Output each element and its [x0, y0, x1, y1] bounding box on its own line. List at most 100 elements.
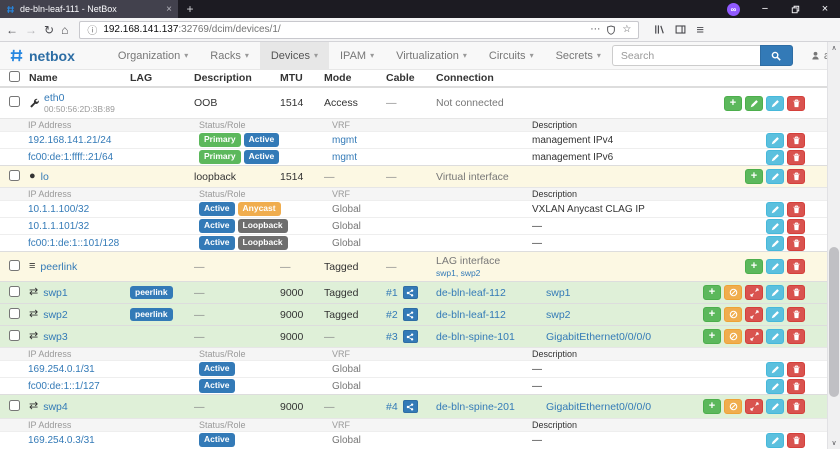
netbox-brand[interactable]: netbox — [0, 42, 85, 69]
row-checkbox[interactable] — [9, 96, 20, 107]
scroll-up-icon[interactable]: ∧ — [828, 44, 840, 52]
delete-button[interactable] — [787, 432, 805, 448]
new-tab-button[interactable]: + — [178, 0, 202, 18]
disable-button[interactable] — [724, 399, 742, 414]
edit-button[interactable] — [766, 329, 784, 344]
delete-button[interactable] — [787, 399, 805, 414]
browser-tab[interactable]: de-bln-leaf-111 - NetBox × — [0, 0, 178, 18]
connected-interface-link[interactable]: swp2 — [546, 309, 571, 321]
cable-link[interactable]: #4 — [386, 401, 398, 413]
disconnect-button[interactable] — [745, 399, 763, 414]
delete-button[interactable] — [787, 149, 805, 165]
ip-address-link[interactable]: 10.1.1.100/32 — [28, 204, 89, 215]
interface-link[interactable]: swp3 — [43, 331, 68, 343]
bookmark-star-icon[interactable]: ☆ — [622, 24, 631, 35]
delete-button[interactable] — [787, 201, 805, 217]
search-input[interactable] — [611, 45, 760, 66]
nav-item-circuits[interactable]: Circuits ▾ — [478, 42, 545, 69]
ip-address-link[interactable]: 169.254.0.3/31 — [28, 435, 95, 446]
nav-item-racks[interactable]: Racks ▾ — [199, 42, 260, 69]
interface-link[interactable]: swp2 — [43, 309, 68, 321]
disable-button[interactable] — [724, 307, 742, 322]
nav-item-ipam[interactable]: IPAM ▾ — [329, 42, 385, 69]
row-checkbox[interactable] — [9, 259, 20, 271]
vrf-link[interactable]: mgmt — [332, 152, 357, 163]
delete-button[interactable] — [787, 218, 805, 234]
connect-button[interactable] — [745, 95, 763, 111]
disable-button[interactable] — [724, 329, 742, 344]
edit-button[interactable] — [766, 285, 784, 300]
ip-address-link[interactable]: fc00:de:1:ffff::21/64 — [28, 152, 113, 163]
connected-interface-link[interactable]: swp1 — [546, 287, 571, 299]
page-actions-icon[interactable]: ⋯ — [590, 24, 600, 35]
edit-button[interactable] — [766, 169, 784, 184]
add-ip-button[interactable]: + — [703, 329, 721, 344]
page-scrollbar[interactable]: ∧ ∨ — [827, 42, 840, 449]
add-ip-button[interactable]: + — [724, 95, 742, 111]
site-info-icon[interactable]: ⓘ — [87, 22, 97, 37]
cable-link[interactable]: #2 — [386, 309, 398, 321]
delete-button[interactable] — [787, 169, 805, 184]
nav-item-virtualization[interactable]: Virtualization ▾ — [385, 42, 478, 69]
edit-button[interactable] — [766, 378, 784, 394]
delete-button[interactable] — [787, 378, 805, 394]
scroll-down-icon[interactable]: ∨ — [828, 439, 840, 447]
back-icon[interactable]: ← — [6, 24, 18, 36]
add-ip-button[interactable]: + — [703, 307, 721, 322]
interface-link[interactable]: lo — [41, 171, 49, 183]
row-checkbox[interactable] — [9, 169, 20, 181]
edit-button[interactable] — [766, 399, 784, 414]
row-checkbox[interactable] — [9, 329, 20, 341]
delete-button[interactable] — [787, 259, 805, 274]
edit-button[interactable] — [766, 95, 784, 111]
edit-button[interactable] — [766, 149, 784, 165]
reload-icon[interactable]: ↻ — [44, 24, 54, 36]
row-checkbox[interactable] — [9, 285, 20, 297]
cable-link[interactable]: #1 — [386, 287, 398, 299]
account-icon[interactable]: ∞ — [727, 2, 740, 16]
delete-button[interactable] — [787, 235, 805, 251]
scrollbar-thumb[interactable] — [829, 247, 839, 397]
add-ip-button[interactable]: + — [703, 285, 721, 300]
add-ip-button[interactable]: + — [745, 259, 763, 274]
connected-device-link[interactable]: de-bln-leaf-112 — [436, 309, 506, 321]
edit-button[interactable] — [766, 235, 784, 251]
delete-button[interactable] — [787, 307, 805, 322]
vrf-link[interactable]: mgmt — [332, 135, 357, 146]
cable-link[interactable]: #3 — [386, 331, 398, 343]
ip-address-link[interactable]: 169.254.0.1/31 — [28, 364, 95, 375]
disconnect-button[interactable] — [745, 285, 763, 300]
select-all-checkbox[interactable] — [9, 71, 20, 82]
delete-button[interactable] — [787, 285, 805, 300]
edit-button[interactable] — [766, 132, 784, 148]
edit-button[interactable] — [766, 259, 784, 274]
disable-button[interactable] — [724, 285, 742, 300]
cable-trace-button[interactable] — [402, 286, 418, 299]
add-ip-button[interactable]: + — [745, 169, 763, 184]
url-field[interactable]: ⓘ 192.168.141.137:32769/dcim/devices/1/ … — [79, 20, 640, 39]
connected-device-link[interactable]: de-bln-spine-201 — [436, 401, 515, 413]
search-button[interactable] — [759, 45, 793, 66]
disconnect-button[interactable] — [745, 307, 763, 322]
edit-button[interactable] — [766, 361, 784, 377]
delete-button[interactable] — [787, 95, 805, 111]
home-icon[interactable]: ⌂ — [61, 24, 68, 36]
ip-address-link[interactable]: 10.1.1.101/32 — [28, 221, 89, 232]
minimize-button[interactable]: − — [750, 0, 780, 18]
interface-link[interactable]: eth0 — [44, 92, 115, 105]
edit-button[interactable] — [766, 432, 784, 448]
row-checkbox[interactable] — [9, 399, 20, 411]
cable-trace-button[interactable] — [402, 330, 418, 343]
lag-members[interactable]: swp1, swp2 — [436, 268, 546, 279]
add-ip-button[interactable]: + — [703, 399, 721, 414]
nav-item-secrets[interactable]: Secrets ▾ — [545, 42, 612, 69]
interface-link[interactable]: peerlink — [40, 261, 77, 273]
tab-close-icon[interactable]: × — [166, 4, 172, 15]
cable-trace-button[interactable] — [402, 400, 418, 413]
edit-button[interactable] — [766, 307, 784, 322]
menu-icon[interactable]: ≡ — [696, 23, 704, 36]
connected-device-link[interactable]: de-bln-spine-101 — [436, 331, 515, 343]
delete-button[interactable] — [787, 329, 805, 344]
ip-address-link[interactable]: 192.168.141.21/24 — [28, 135, 111, 146]
edit-button[interactable] — [766, 201, 784, 217]
